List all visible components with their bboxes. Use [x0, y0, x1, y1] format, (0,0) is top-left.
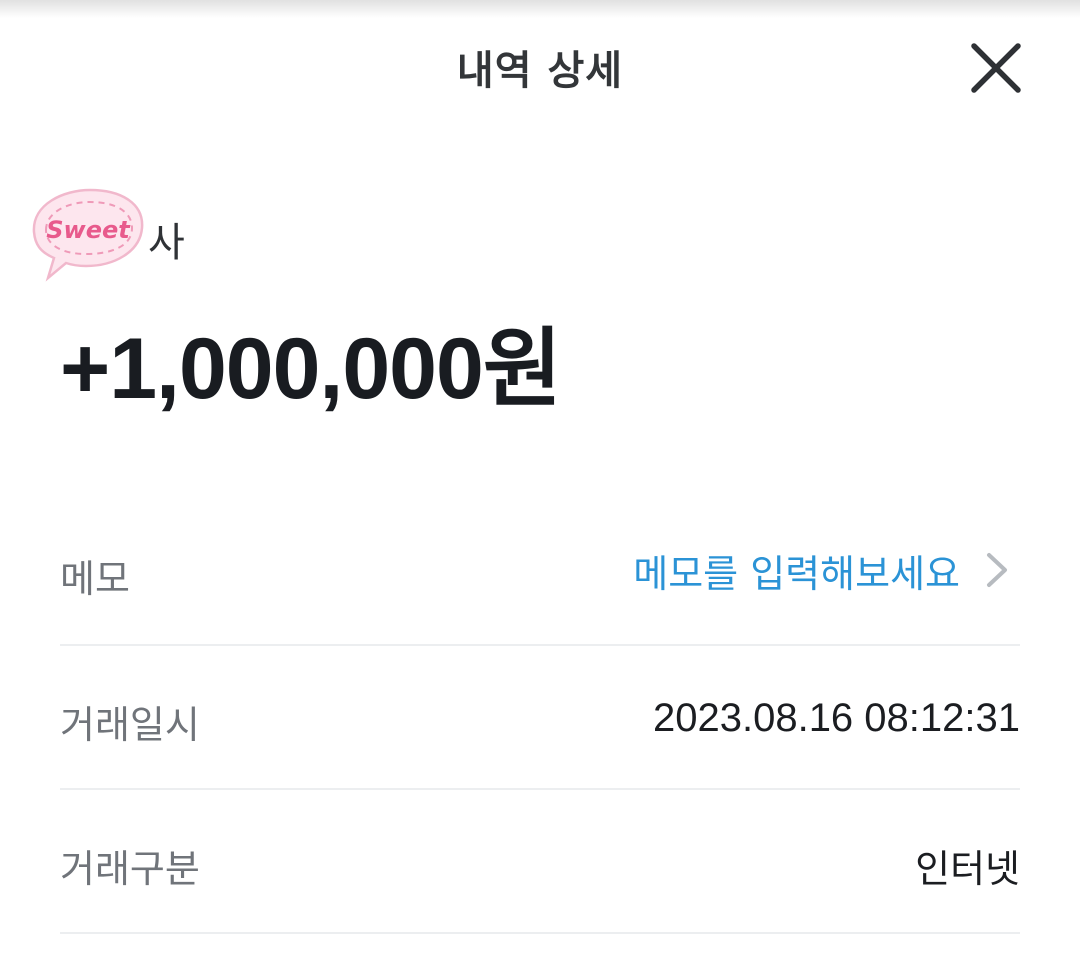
close-button[interactable]	[960, 32, 1032, 104]
chevron-right-icon	[987, 553, 1007, 587]
datetime-value: 2023.08.16 08:12:31	[652, 696, 1020, 740]
sticker-text: Sweet	[46, 216, 131, 244]
divider	[60, 932, 1020, 934]
memo-input-link[interactable]: 메모를 입력해보세요	[633, 540, 1020, 600]
divider	[60, 788, 1020, 790]
datetime-label: 거래일시	[60, 703, 200, 747]
sweet-sticker: Sweet	[32, 188, 144, 282]
page-title: 내역 상세	[456, 48, 624, 94]
divider	[60, 644, 1020, 646]
transaction-type-row: 거래구분 인터넷	[60, 834, 1020, 978]
header: 내역 상세	[0, 0, 1080, 130]
memo-label: 메모	[60, 557, 130, 601]
transaction-type-label: 거래구분	[60, 847, 200, 891]
datetime-row: 거래일시 2023.08.16 08:12:31	[60, 690, 1020, 834]
close-icon	[971, 43, 1021, 93]
sender-row: Sweet 사	[24, 186, 424, 286]
memo-row: 메모 메모를 입력해보세요	[60, 540, 1020, 684]
transaction-type-value: 인터넷	[915, 847, 1020, 891]
memo-placeholder-text: 메모를 입력해보세요	[633, 551, 960, 596]
transaction-amount: +1,000,000원	[60, 321, 562, 417]
sender-name-suffix: 사	[148, 220, 185, 266]
